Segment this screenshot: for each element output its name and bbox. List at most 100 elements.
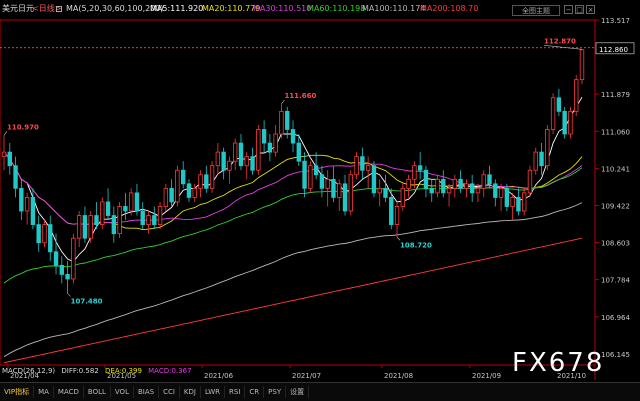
candle-body — [65, 274, 70, 280]
candle-body — [209, 165, 215, 189]
candle-body — [458, 178, 463, 189]
candle-body — [169, 187, 174, 203]
candle-body — [302, 160, 307, 189]
tab-4[interactable]: VOL — [111, 386, 134, 398]
annotation-label: 107.480 — [71, 297, 103, 305]
candle-body — [493, 183, 498, 198]
candle-body — [533, 151, 538, 171]
candle-body — [539, 151, 544, 167]
candle-body — [175, 169, 180, 203]
annotation-label: 110.970 — [7, 123, 39, 131]
candle-body — [7, 151, 12, 167]
y-tick-label: 106.964 — [601, 314, 630, 322]
tab-2[interactable]: MACD — [54, 386, 84, 398]
candle-body — [152, 215, 157, 225]
candle-body — [146, 215, 151, 225]
candle-body — [105, 201, 111, 216]
candle-body — [59, 264, 64, 275]
candle-body — [13, 165, 18, 189]
macd-readout: MACD(26,12,9) DIFF:0.582 DEA:0.399 MACD:… — [2, 367, 196, 375]
candle-body — [342, 183, 348, 212]
candle-body — [441, 178, 446, 194]
tab-9[interactable]: RSI — [225, 386, 246, 398]
candle-body — [290, 129, 296, 144]
y-tick-label: 109.422 — [601, 202, 630, 210]
candle-body — [186, 183, 192, 198]
tab-3[interactable]: BOLL — [84, 386, 111, 398]
candle-body — [24, 197, 30, 212]
candle-body — [469, 183, 475, 194]
candle-body — [30, 197, 36, 225]
candle-body — [360, 156, 365, 171]
candle-body — [545, 129, 550, 167]
candle-body — [221, 151, 226, 171]
candle-body — [233, 142, 238, 162]
candle-body — [487, 174, 492, 185]
tab-5[interactable]: BIAS — [134, 386, 160, 398]
current-price-label: 112.860 — [599, 46, 628, 54]
candle-body — [435, 178, 440, 194]
candle-body — [76, 215, 82, 239]
candle-body — [429, 187, 434, 194]
candle-body — [48, 224, 53, 253]
candle-body — [111, 215, 117, 235]
y-tick-label: 110.241 — [601, 165, 630, 173]
indicator-tabs: VIP指标 MA MACD BOLL VOL BIAS CCI KDJ LWR RSI CR PSY 设… — [0, 382, 640, 401]
tab-12[interactable]: 设置 — [286, 386, 310, 398]
candle-body — [308, 165, 313, 189]
x-tick-label: 2021/09 — [472, 372, 501, 380]
candle-body — [365, 165, 371, 171]
y-tick-label: 111.060 — [601, 128, 630, 136]
y-tick-label: 108.603 — [601, 240, 630, 248]
annotation-label: 111.660 — [284, 92, 316, 100]
candle-body — [504, 187, 510, 207]
candle-body — [128, 192, 134, 212]
candle-body — [319, 174, 325, 189]
candle-body — [140, 210, 145, 225]
candle-body — [337, 183, 342, 198]
candle-body — [383, 187, 388, 198]
candle-body — [400, 187, 406, 207]
candle-body — [498, 187, 504, 198]
candle-body — [19, 187, 24, 212]
tab-10[interactable]: CR — [245, 386, 265, 398]
macd-params: MACD(26,12,9) — [2, 367, 56, 375]
macd-diff: DIFF:0.582 — [61, 367, 99, 375]
candle-body — [389, 197, 394, 225]
candle-body — [256, 129, 261, 171]
price-chart[interactable]: 113.517 111.879 111.060 110.241 109.422 108.6… — [0, 0, 640, 382]
candle-body — [273, 133, 278, 153]
tab-11[interactable]: PSY — [264, 386, 287, 398]
tab-8[interactable]: LWR — [201, 386, 226, 398]
candle-body — [371, 165, 377, 194]
y-tick-label: 113.517 — [601, 17, 630, 25]
candle-body — [238, 142, 244, 167]
watermark-logo: FX678 — [512, 348, 605, 378]
annotation-pointer — [543, 45, 583, 50]
candle-body — [475, 187, 481, 194]
candle-body — [94, 215, 99, 225]
candle-body — [261, 129, 267, 144]
tab-1[interactable]: MA — [34, 386, 54, 398]
macd-value: MACD:0.367 — [148, 367, 192, 375]
candle-body — [36, 224, 41, 244]
candle-body — [100, 201, 105, 225]
candle-body — [354, 156, 359, 176]
candle-body — [446, 187, 452, 194]
candle-body — [215, 151, 221, 167]
x-tick-label: 2021/08 — [384, 372, 413, 380]
tab-7[interactable]: KDJ — [180, 386, 201, 398]
candle-body — [244, 156, 249, 167]
candle-body — [42, 224, 47, 244]
tab-0[interactable]: VIP指标 — [0, 386, 35, 398]
candle-body — [267, 142, 273, 153]
candle-body — [157, 206, 163, 225]
x-tick-label: 2021/06 — [204, 372, 234, 380]
candle-body — [53, 251, 59, 266]
candle-body — [250, 156, 255, 171]
tab-6[interactable]: CCI — [159, 386, 180, 398]
candle-body — [556, 97, 562, 112]
candle-body — [522, 192, 527, 212]
macd-dea: DEA:0.399 — [105, 367, 142, 375]
candle-body — [579, 49, 585, 81]
